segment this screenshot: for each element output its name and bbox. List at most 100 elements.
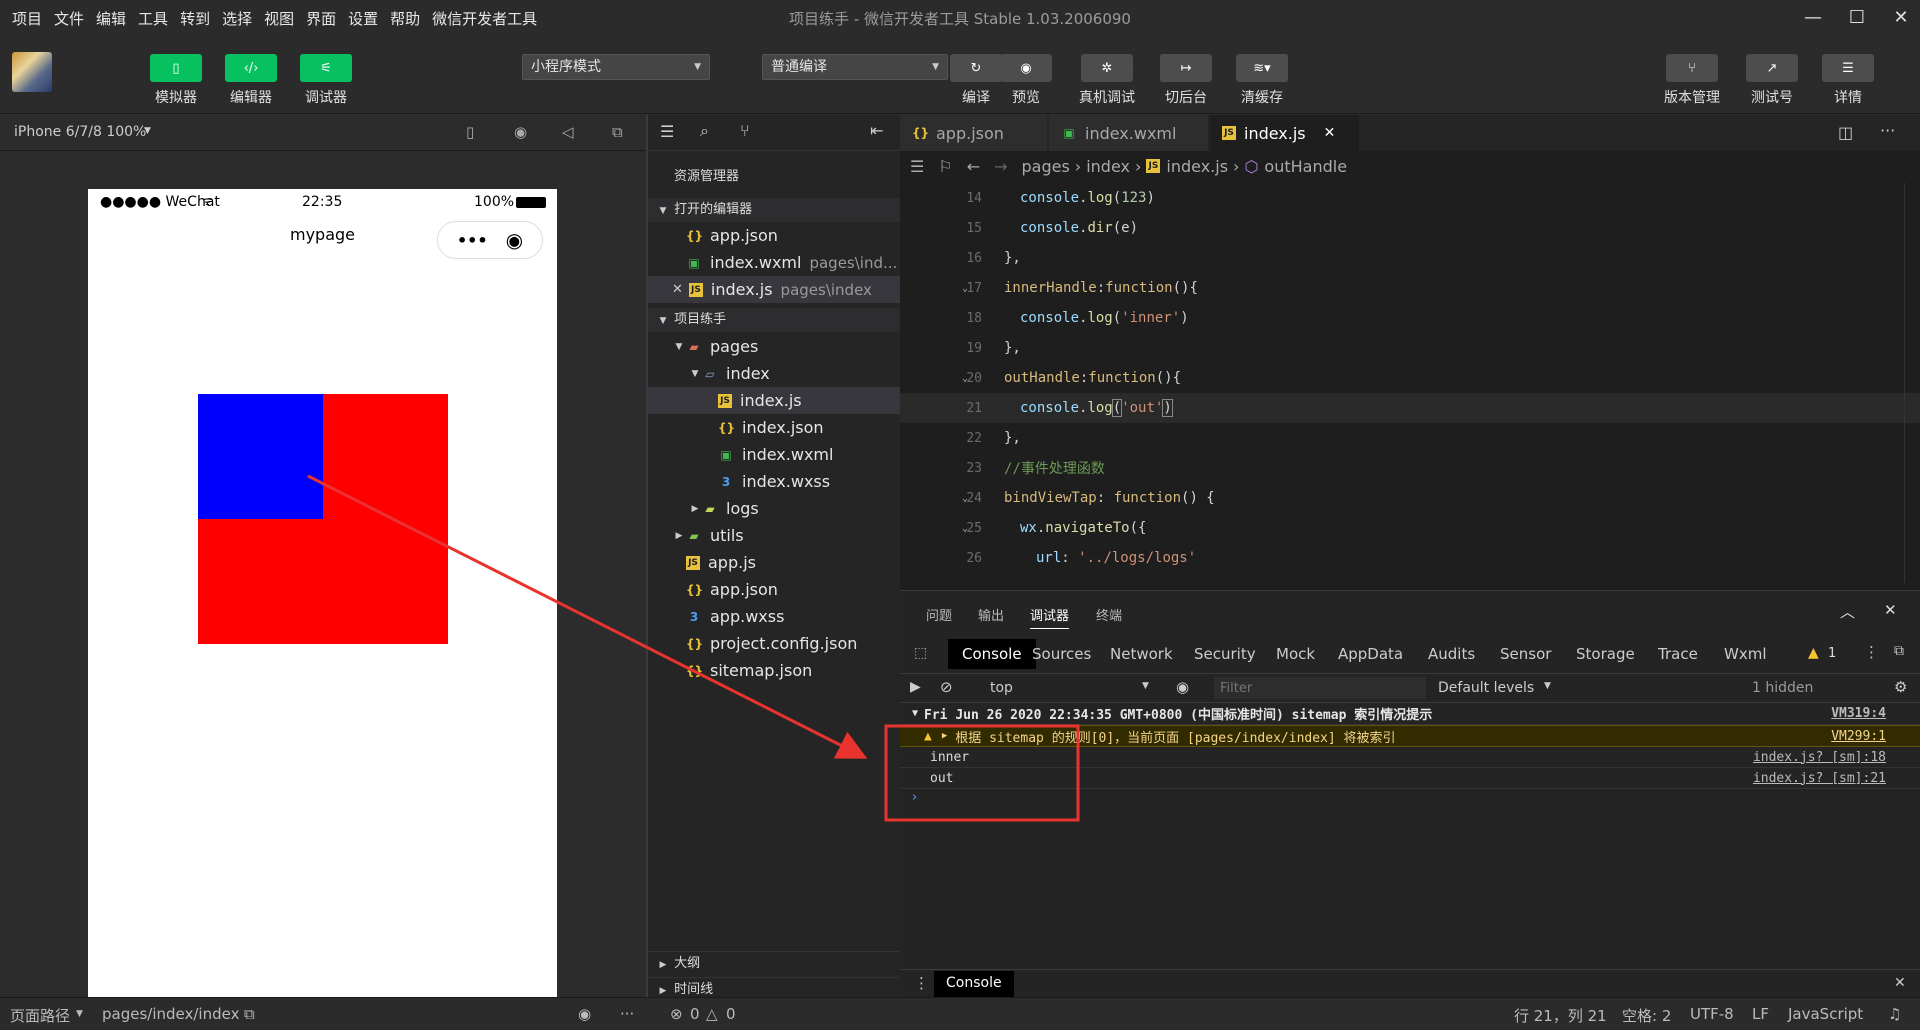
panel-tab-problems[interactable]: 问题 bbox=[926, 605, 952, 624]
chevron-right-icon[interactable]: ▶ bbox=[942, 731, 947, 741]
tab-index-wxml[interactable]: ▣ index.wxml bbox=[1049, 115, 1209, 151]
breadcrumb-symbol[interactable]: outHandle bbox=[1264, 157, 1347, 176]
version-button[interactable]: ⑂ 版本管理 bbox=[1662, 54, 1722, 107]
avatar[interactable] bbox=[12, 52, 52, 92]
more-icon[interactable]: ··· bbox=[620, 1005, 634, 1023]
prompt-icon[interactable]: › bbox=[912, 790, 917, 805]
breadcrumb-file[interactable]: index.js bbox=[1166, 157, 1228, 176]
folder-index[interactable]: ▼ ▱ index bbox=[648, 360, 900, 387]
more-vertical-icon[interactable]: ⋮ bbox=[914, 974, 929, 992]
notification-bell-icon[interactable]: ♫ bbox=[1888, 1005, 1901, 1023]
more-icon[interactable]: ••• bbox=[457, 231, 488, 250]
search-icon[interactable]: ⌕ bbox=[700, 121, 709, 141]
sidebar-toggle-icon[interactable]: ▶ bbox=[910, 679, 921, 695]
indentation[interactable]: 空格: 2 bbox=[1622, 1005, 1671, 1026]
menu-goto[interactable]: 转到 bbox=[174, 8, 216, 29]
split-editor-icon[interactable]: ◫ bbox=[1838, 123, 1853, 142]
devtools-tab-wxml[interactable]: Wxml bbox=[1710, 639, 1781, 669]
devtools-tab-audits[interactable]: Audits bbox=[1414, 639, 1489, 669]
maximize-icon[interactable]: ☐ bbox=[1844, 6, 1870, 30]
file-project-config[interactable]: {} project.config.json bbox=[648, 630, 900, 657]
chevron-up-icon[interactable]: ︿ bbox=[1840, 601, 1855, 622]
code-line[interactable]: 23//事件处理函数 bbox=[900, 453, 1920, 483]
debugger-button[interactable]: ⚟ 调试器 bbox=[296, 54, 356, 107]
minimize-icon[interactable]: — bbox=[1800, 6, 1826, 30]
background-button[interactable]: ↦ 切后台 bbox=[1156, 54, 1216, 107]
source-link[interactable]: VM319:4 bbox=[1831, 706, 1886, 721]
code-line[interactable]: 19}, bbox=[900, 333, 1920, 363]
tab-index-js[interactable]: JS index.js ✕ bbox=[1210, 115, 1360, 151]
folder-logs[interactable]: ▶ ▰ logs bbox=[648, 495, 900, 522]
file-app-json[interactable]: {} app.json bbox=[648, 576, 900, 603]
undock-icon[interactable]: ⧉ bbox=[1894, 643, 1904, 659]
warning-icon[interactable]: △ bbox=[706, 1005, 718, 1023]
levels-select[interactable]: Default levels bbox=[1438, 680, 1534, 696]
capsule-button[interactable]: ••• ◉ bbox=[437, 221, 543, 259]
collapse-panel-icon[interactable]: ⇤ bbox=[870, 121, 883, 140]
close-tab-icon[interactable]: ✕ bbox=[1324, 125, 1336, 141]
folder-utils[interactable]: ▶ ▰ utils bbox=[648, 522, 900, 549]
devtools-tab-storage[interactable]: Storage bbox=[1562, 639, 1649, 669]
panel-tab-terminal[interactable]: 终端 bbox=[1096, 605, 1122, 624]
details-button[interactable]: ☰ 详情 bbox=[1818, 54, 1878, 107]
page-path-label[interactable]: 页面路径 bbox=[10, 1005, 70, 1026]
drawer-tab-console[interactable]: Console bbox=[934, 971, 1014, 998]
window-icon[interactable]: ⧉ bbox=[612, 123, 623, 141]
console-warning[interactable]: ▲ ▶ 根据 sitemap 的规则[0]，当前页面 [pages/index/… bbox=[900, 725, 1920, 747]
code-line[interactable]: 26 url: '../logs/logs' bbox=[900, 543, 1920, 573]
breadcrumb-index[interactable]: index bbox=[1086, 157, 1130, 176]
volume-icon[interactable]: ◁ bbox=[562, 123, 574, 141]
devtools-tab-trace[interactable]: Trace bbox=[1644, 639, 1712, 669]
code-line[interactable]: 15 console.dir(e) bbox=[900, 213, 1920, 243]
test-account-button[interactable]: ↗ 测试号 bbox=[1742, 54, 1802, 107]
menu-help[interactable]: 帮助 bbox=[384, 8, 426, 29]
panel-tab-debugger[interactable]: 调试器 bbox=[1030, 605, 1070, 629]
more-vertical-icon[interactable]: ⋮ bbox=[1864, 643, 1879, 661]
open-editors-header[interactable]: ▼ 打开的编辑器 bbox=[648, 198, 900, 222]
close-drawer-icon[interactable]: ✕ bbox=[1894, 975, 1906, 991]
code-line[interactable]: 24 ⌄ bindViewTap: function() { bbox=[900, 483, 1920, 513]
forward-arrow-icon[interactable]: → bbox=[994, 157, 1007, 176]
menu-select[interactable]: 选择 bbox=[216, 8, 258, 29]
warning-count[interactable]: 1 bbox=[1828, 646, 1836, 661]
panel-tab-output[interactable]: 输出 bbox=[978, 605, 1004, 624]
project-header[interactable]: ▼ 项目练手 bbox=[648, 308, 900, 332]
clear-cache-button[interactable]: ≋▾ 清缓存 bbox=[1232, 54, 1292, 107]
devtools-tab-network[interactable]: Network bbox=[1096, 639, 1187, 669]
clear-console-icon[interactable]: ⊘ bbox=[940, 678, 953, 696]
console-log-inner[interactable]: inner index.js? [sm]:18 bbox=[900, 747, 1920, 768]
devtools-tab-sources[interactable]: Sources bbox=[1018, 639, 1105, 669]
gear-icon[interactable]: ⚙ bbox=[1894, 678, 1907, 696]
code-line[interactable]: 25 ⌄ wx.navigateTo({ bbox=[900, 513, 1920, 543]
folder-pages[interactable]: ▼ ▰ pages bbox=[648, 333, 900, 360]
list-icon[interactable]: ☰ bbox=[910, 157, 924, 176]
inner-blue-box[interactable] bbox=[198, 394, 323, 519]
file-index-json[interactable]: {} index.json bbox=[648, 414, 900, 441]
menu-interface[interactable]: 界面 bbox=[300, 8, 342, 29]
close-panel-icon[interactable]: ✕ bbox=[1884, 601, 1897, 619]
compile-mode-select[interactable]: 普通编译 ▼ bbox=[762, 54, 948, 80]
back-arrow-icon[interactable]: ← bbox=[967, 157, 980, 176]
close-icon[interactable]: ✕ bbox=[672, 282, 683, 297]
menu-wechat-devtools[interactable]: 微信开发者工具 bbox=[426, 8, 543, 29]
filter-input[interactable] bbox=[1214, 677, 1426, 699]
real-device-debug-button[interactable]: ✲ 真机调试 bbox=[1077, 54, 1137, 107]
error-icon[interactable]: ⊗ bbox=[670, 1005, 683, 1023]
menu-tools[interactable]: 工具 bbox=[132, 8, 174, 29]
file-sitemap[interactable]: {} sitemap.json bbox=[648, 657, 900, 684]
device-select[interactable]: iPhone 6/7/8 100% bbox=[14, 124, 146, 140]
source-link[interactable]: VM299:1 bbox=[1831, 729, 1886, 744]
language-mode[interactable]: JavaScript bbox=[1788, 1005, 1863, 1023]
bookmark-icon[interactable]: ⚐ bbox=[938, 157, 952, 176]
tab-app-json[interactable]: {} app.json bbox=[900, 115, 1048, 151]
menu-project[interactable]: 项目 bbox=[0, 8, 48, 29]
code-line[interactable]: 16}, bbox=[900, 243, 1920, 273]
context-select[interactable]: top bbox=[990, 680, 1013, 696]
devtools-tab-sensor[interactable]: Sensor bbox=[1486, 639, 1565, 669]
file-index-wxml[interactable]: ▣ index.wxml bbox=[648, 441, 900, 468]
record-icon[interactable]: ◉ bbox=[514, 123, 527, 141]
editor-button[interactable]: ‹/› 编辑器 bbox=[221, 54, 281, 107]
open-file-index-js[interactable]: ✕ JS index.js pages\index bbox=[648, 276, 900, 303]
menu-settings[interactable]: 设置 bbox=[342, 8, 384, 29]
code-line[interactable]: 22}, bbox=[900, 423, 1920, 453]
